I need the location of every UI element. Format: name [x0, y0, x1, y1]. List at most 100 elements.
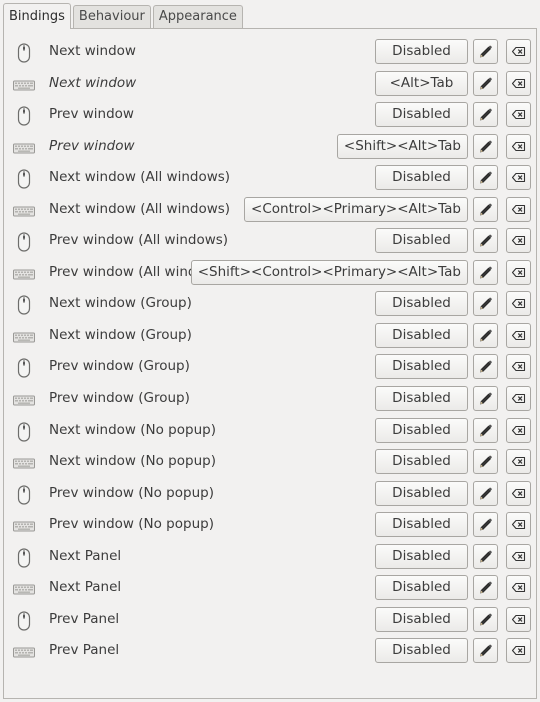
clear-binding-button[interactable]	[506, 259, 531, 285]
clear-binding-button[interactable]	[506, 386, 531, 412]
edit-binding-button[interactable]	[473, 228, 498, 254]
clear-binding-button[interactable]	[506, 133, 531, 159]
mouse-icon	[13, 43, 35, 63]
keyboard-icon	[13, 75, 35, 95]
shortcut-button[interactable]: Disabled	[375, 322, 468, 348]
tab-appearance[interactable]: Appearance	[152, 5, 243, 28]
shortcut-button[interactable]: Disabled	[375, 480, 468, 506]
clear-binding-button[interactable]	[506, 228, 531, 254]
edit-binding-button[interactable]	[473, 291, 498, 317]
shortcut-button[interactable]: Disabled	[375, 39, 468, 64]
binding-row: Next window (No popup) Disabled	[4, 445, 536, 477]
binding-row: Next window Disabled	[4, 35, 536, 67]
binding-label: Prev window	[49, 106, 134, 123]
binding-label: Next window	[49, 43, 136, 59]
shortcut-button[interactable]: Disabled	[375, 102, 468, 128]
edit-binding-button[interactable]	[473, 196, 498, 222]
edit-binding-button[interactable]	[473, 575, 498, 601]
clear-binding-button[interactable]	[506, 512, 531, 538]
shortcut-button[interactable]: Disabled	[375, 354, 468, 380]
keyboard-icon	[13, 138, 35, 158]
mouse-icon	[13, 421, 35, 442]
bindings-list: Next window Disabled Next window <Alt>Tab Pr…	[4, 35, 536, 666]
tab-behaviour[interactable]: Behaviour	[72, 5, 151, 28]
shortcut-button[interactable]: <Control><Primary><Alt>Tab	[244, 196, 468, 222]
binding-label: Prev Panel	[49, 642, 120, 659]
shortcut-button[interactable]: Disabled	[375, 386, 468, 412]
binding-row: Prev window <Shift><Alt>Tab	[4, 130, 536, 162]
clear-binding-button[interactable]	[506, 606, 531, 632]
mouse-icon	[13, 169, 35, 189]
edit-binding-button[interactable]	[473, 417, 498, 443]
edit-binding-button[interactable]	[473, 102, 498, 128]
binding-label: Next window (Group)	[49, 326, 192, 343]
shortcut-button[interactable]: Disabled	[375, 606, 468, 632]
binding-row: Next Panel Disabled	[4, 571, 536, 603]
clear-binding-button[interactable]	[506, 39, 531, 64]
binding-row: Next window (Group) Disabled	[4, 287, 536, 319]
clear-binding-button[interactable]	[506, 543, 531, 569]
edit-binding-button[interactable]	[473, 449, 498, 475]
mouse-icon	[13, 232, 35, 252]
clear-binding-button[interactable]	[506, 165, 531, 191]
edit-binding-button[interactable]	[473, 480, 498, 506]
shortcut-button[interactable]: <Alt>Tab	[375, 70, 468, 96]
tab-bar: Bindings Behaviour Appearance	[3, 3, 245, 29]
keyboard-icon	[13, 201, 35, 221]
binding-row: Prev window (No popup) Disabled	[4, 508, 536, 540]
edit-binding-button[interactable]	[473, 70, 498, 96]
clear-binding-button[interactable]	[506, 70, 531, 96]
shortcut-button[interactable]: Disabled	[375, 575, 468, 601]
binding-label: Next Panel	[49, 547, 122, 564]
mouse-icon	[13, 106, 35, 126]
shortcut-button[interactable]: Disabled	[375, 512, 468, 538]
keyboard-icon	[13, 264, 35, 284]
binding-label: Next window (Group)	[49, 295, 192, 312]
edit-binding-button[interactable]	[473, 512, 498, 538]
binding-label: Next Panel	[49, 579, 122, 596]
edit-binding-button[interactable]	[473, 165, 498, 191]
binding-row: Prev window (Group) Disabled	[4, 350, 536, 382]
keyboard-icon	[13, 642, 35, 662]
binding-label: Prev window (All windows)	[49, 232, 229, 249]
edit-binding-button[interactable]	[473, 133, 498, 159]
clear-binding-button[interactable]	[506, 291, 531, 317]
shortcut-button[interactable]: Disabled	[375, 638, 468, 664]
settings-window: Bindings Behaviour Appearance Next windo…	[0, 0, 540, 702]
shortcut-button[interactable]: <Shift><Alt>Tab	[336, 133, 468, 159]
binding-label: Next window (All windows)	[49, 169, 231, 186]
shortcut-button[interactable]: Disabled	[375, 165, 468, 191]
clear-binding-button[interactable]	[506, 102, 531, 128]
edit-binding-button[interactable]	[473, 322, 498, 348]
clear-binding-button[interactable]	[506, 322, 531, 348]
binding-label: Next window	[49, 74, 137, 91]
clear-binding-button[interactable]	[506, 417, 531, 443]
edit-binding-button[interactable]	[473, 386, 498, 412]
mouse-icon	[13, 358, 35, 379]
edit-binding-button[interactable]	[473, 606, 498, 632]
edit-binding-button[interactable]	[473, 354, 498, 380]
edit-binding-button[interactable]	[473, 39, 498, 64]
clear-binding-button[interactable]	[506, 196, 531, 222]
shortcut-button[interactable]: Disabled	[375, 228, 468, 254]
shortcut-button[interactable]: Disabled	[375, 417, 468, 443]
clear-binding-button[interactable]	[506, 638, 531, 664]
shortcut-button[interactable]: Disabled	[375, 543, 468, 569]
binding-row: Next window (All windows) <Control><Prima…	[4, 193, 536, 225]
clear-binding-button[interactable]	[506, 480, 531, 506]
clear-binding-button[interactable]	[506, 449, 531, 475]
shortcut-button[interactable]: <Shift><Control><Primary><Alt>Tab	[190, 259, 468, 285]
keyboard-icon	[13, 516, 35, 536]
binding-label: Prev window	[49, 137, 135, 154]
clear-binding-button[interactable]	[506, 354, 531, 380]
binding-row: Prev window (No popup) Disabled	[4, 477, 536, 509]
binding-row: Next Panel Disabled	[4, 540, 536, 572]
shortcut-button[interactable]: Disabled	[375, 449, 468, 475]
edit-binding-button[interactable]	[473, 259, 498, 285]
edit-binding-button[interactable]	[473, 543, 498, 569]
binding-label: Next window (No popup)	[49, 421, 216, 438]
shortcut-button[interactable]: Disabled	[375, 291, 468, 317]
clear-binding-button[interactable]	[506, 575, 531, 601]
tab-bindings[interactable]: Bindings	[3, 3, 71, 29]
edit-binding-button[interactable]	[473, 638, 498, 664]
